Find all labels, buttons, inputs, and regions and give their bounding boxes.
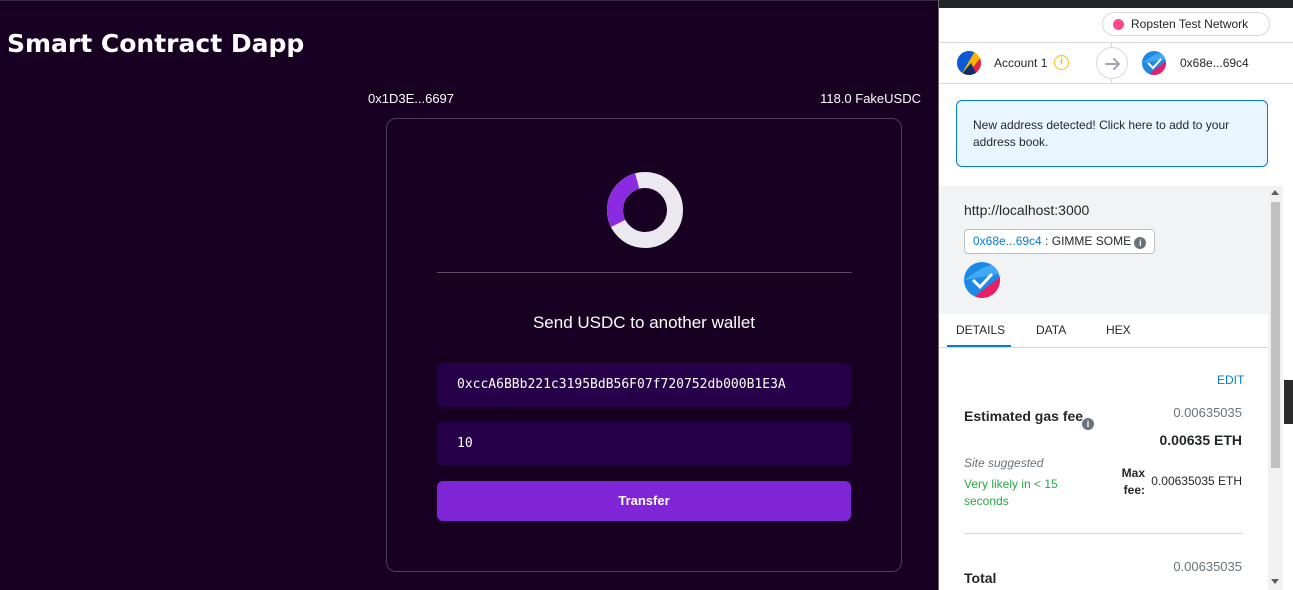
site-suggested-label: Site suggested bbox=[964, 456, 1044, 470]
divider bbox=[964, 533, 1243, 534]
new-address-alert[interactable]: New address detected! Click here to add … bbox=[956, 100, 1268, 167]
gas-fee-value: 0.00635035 bbox=[1173, 405, 1242, 420]
max-fee-value: 0.00635035 ETH bbox=[1151, 474, 1242, 488]
divider bbox=[939, 83, 1293, 84]
origin-url: http://localhost:3000 bbox=[964, 202, 1090, 218]
popup-scrollbar[interactable] bbox=[1268, 186, 1283, 590]
tab-details[interactable]: DETAILS bbox=[956, 323, 1005, 337]
scroll-down-arrow-icon[interactable] bbox=[1271, 579, 1279, 584]
info-icon[interactable]: i bbox=[1054, 55, 1069, 70]
method-name: GIMME SOME bbox=[1051, 234, 1132, 248]
window-scrollbar-thumb[interactable] bbox=[1284, 380, 1293, 424]
contract-address-link[interactable]: 0x68e...69c4 bbox=[973, 234, 1042, 248]
contract-avatar bbox=[964, 262, 1000, 298]
edit-gas-button[interactable]: EDIT bbox=[1217, 373, 1244, 387]
card-divider bbox=[437, 272, 852, 273]
from-account-name: Account 1 bbox=[994, 56, 1048, 70]
arrow-right-icon bbox=[1096, 47, 1128, 79]
scroll-thumb[interactable] bbox=[1271, 202, 1280, 468]
send-title: Send USDC to another wallet bbox=[532, 313, 756, 332]
method-pill: 0x68e...69c4 : GIMME SOME i bbox=[964, 229, 1156, 254]
dapp-page: Smart Contract Dapp 0x1D3E...6697 118.0 … bbox=[0, 0, 938, 590]
transfer-card: Send USDC to another wallet 0xccA6BBb221… bbox=[386, 118, 902, 572]
from-account-avatar bbox=[957, 51, 981, 75]
account-row: Account 1 i 0x68e...69c4 bbox=[939, 43, 1293, 83]
network-dot-icon bbox=[1113, 19, 1124, 30]
network-name: Ropsten Test Network bbox=[1131, 17, 1249, 31]
info-icon[interactable]: i bbox=[1082, 418, 1094, 430]
app-title: Smart Contract Dapp bbox=[7, 29, 305, 58]
info-icon[interactable]: i bbox=[1134, 237, 1147, 249]
max-fee-label: Max fee: bbox=[1121, 466, 1145, 497]
recipient-address-input[interactable]: 0xccA6BBb221c3195BdB56F07f720752db000B1E… bbox=[437, 363, 851, 407]
scroll-up-arrow-icon[interactable] bbox=[1271, 190, 1279, 195]
transfer-button[interactable]: Transfer bbox=[437, 481, 851, 521]
metamask-popup: Ropsten Test Network Account 1 i 0x68e..… bbox=[938, 0, 1293, 590]
active-tab-indicator bbox=[947, 345, 1011, 347]
loading-spinner-icon bbox=[607, 172, 683, 248]
tab-hex[interactable]: HEX bbox=[1106, 323, 1131, 337]
token-balance: 118.0 FakeUSDC bbox=[820, 91, 921, 106]
details-tabs: DETAILS DATA HEX bbox=[939, 314, 1268, 348]
confirmation-likelihood: Very likely in < 15 seconds bbox=[964, 477, 1058, 508]
total-label: Total bbox=[964, 570, 997, 586]
total-value: 0.00635035 bbox=[1173, 559, 1242, 574]
popup-top-bar bbox=[939, 0, 1293, 8]
gas-fee-eth: 0.00635 ETH bbox=[1159, 432, 1243, 448]
request-origin: http://localhost:3000 0x68e...69c4 : GIM… bbox=[939, 186, 1268, 314]
to-account-avatar bbox=[1142, 51, 1166, 75]
tab-data[interactable]: DATA bbox=[1036, 323, 1066, 337]
to-account-name: 0x68e...69c4 bbox=[1180, 56, 1249, 70]
method-separator: : bbox=[1041, 234, 1052, 248]
network-selector[interactable]: Ropsten Test Network bbox=[1102, 12, 1270, 36]
amount-input[interactable]: 10 bbox=[437, 422, 851, 466]
estimated-gas-label: Estimated gas fee bbox=[964, 408, 1084, 424]
wallet-address: 0x1D3E...6697 bbox=[368, 91, 455, 106]
